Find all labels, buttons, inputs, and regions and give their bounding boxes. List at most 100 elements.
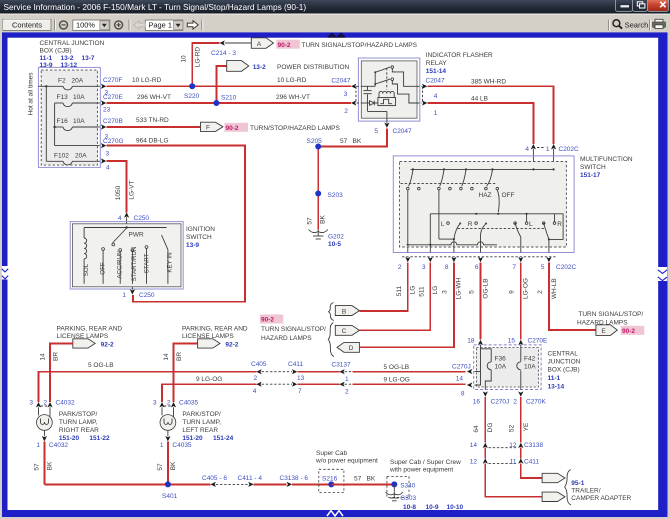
svg-text:LG-RD: LG-RD	[195, 47, 202, 68]
svg-text:C2047: C2047	[393, 128, 413, 135]
svg-text:L: L	[441, 221, 445, 228]
svg-text:SWITCH: SWITCH	[186, 234, 212, 241]
svg-text:E: E	[601, 328, 606, 335]
svg-text:JUNCTION: JUNCTION	[548, 359, 581, 366]
svg-text:Contents: Contents	[12, 20, 42, 29]
svg-text:10A: 10A	[73, 118, 85, 125]
svg-text:LG: LG	[410, 286, 417, 295]
svg-text:ACC/RUN: ACC/RUN	[117, 250, 124, 278]
svg-text:3: 3	[344, 91, 348, 98]
svg-text:S216: S216	[322, 475, 338, 482]
svg-text:151-14: 151-14	[426, 68, 447, 75]
svg-text:B: B	[342, 308, 346, 315]
svg-text:w/o power equipment: w/o power equipment	[315, 457, 378, 464]
svg-text:with power equipment: with power equipment	[389, 467, 453, 474]
svg-text:385 WH-RD: 385 WH-RD	[471, 78, 506, 85]
svg-text:5 OG-LB: 5 OG-LB	[384, 364, 410, 371]
svg-text:TURN SIGNAL/STOP/HAZARD LAMPS: TURN SIGNAL/STOP/HAZARD LAMPS	[302, 42, 418, 49]
svg-text:11: 11	[510, 458, 517, 465]
svg-text:C2047: C2047	[426, 78, 446, 85]
svg-text:64: 64	[473, 425, 480, 433]
svg-text:C214 - 3: C214 - 3	[211, 50, 236, 57]
svg-text:1: 1	[345, 376, 349, 383]
svg-text:10-5: 10-5	[328, 241, 341, 248]
svg-text:1: 1	[160, 442, 164, 449]
svg-text:F102: F102	[54, 152, 69, 159]
svg-text:7: 7	[512, 264, 516, 271]
svg-text:C: C	[342, 328, 347, 335]
svg-text:L: L	[529, 221, 533, 228]
svg-text:S203: S203	[328, 192, 344, 199]
svg-text:TURN SIGNAL/STOP/: TURN SIGNAL/STOP/	[578, 311, 643, 318]
svg-text:PWR: PWR	[129, 232, 144, 239]
svg-text:11-1: 11-1	[548, 375, 561, 382]
svg-text:1: 1	[122, 292, 126, 299]
svg-text:CENTRAL: CENTRAL	[548, 351, 579, 358]
svg-text:7: 7	[298, 388, 302, 395]
svg-text:3: 3	[153, 400, 157, 407]
svg-text:S340: S340	[400, 482, 416, 489]
svg-text:SWITCH: SWITCH	[580, 164, 606, 171]
svg-text:14: 14	[470, 442, 478, 449]
svg-text:100%: 100%	[76, 21, 95, 30]
svg-text:Super Cab / Super Crew: Super Cab / Super Crew	[390, 459, 461, 466]
svg-text:57: 57	[340, 138, 348, 145]
svg-text:20A: 20A	[75, 152, 87, 159]
svg-text:11-1: 11-1	[40, 55, 53, 62]
svg-text:2: 2	[254, 375, 258, 382]
svg-text:F13: F13	[57, 94, 69, 101]
svg-text:2: 2	[513, 398, 517, 405]
svg-text:13-9: 13-9	[40, 62, 53, 69]
svg-text:8: 8	[445, 264, 449, 271]
svg-text:BK: BK	[320, 215, 327, 224]
svg-text:C411: C411	[288, 361, 303, 368]
svg-text:90-2: 90-2	[261, 317, 274, 324]
svg-text:8: 8	[461, 390, 465, 397]
svg-text:BR: BR	[176, 352, 183, 361]
svg-text:3: 3	[29, 400, 33, 407]
svg-text:RIGHT REAR: RIGHT REAR	[59, 427, 99, 434]
svg-text:57: 57	[157, 463, 164, 471]
svg-text:LG: LG	[432, 286, 439, 295]
svg-text:G303: G303	[400, 495, 416, 502]
svg-text:F36: F36	[495, 356, 507, 363]
svg-text:2: 2	[167, 400, 171, 407]
svg-text:10A: 10A	[524, 363, 536, 370]
svg-text:START: START	[143, 253, 150, 273]
svg-text:S401: S401	[162, 493, 178, 500]
svg-text:23: 23	[103, 107, 111, 114]
svg-text:13-2: 13-2	[61, 55, 74, 62]
svg-text:C411: C411	[524, 458, 539, 465]
svg-text:R: R	[557, 221, 562, 228]
svg-text:F2: F2	[58, 78, 66, 85]
svg-text:G202: G202	[328, 234, 344, 241]
svg-text:16: 16	[473, 398, 481, 405]
svg-text:10-8: 10-8	[403, 504, 416, 511]
svg-text:PARK/STOP/: PARK/STOP/	[182, 411, 221, 418]
svg-text:13-7: 13-7	[82, 55, 95, 62]
svg-text:1: 1	[434, 110, 438, 117]
svg-text:4: 4	[253, 388, 257, 395]
svg-text:151-20: 151-20	[182, 435, 203, 442]
svg-text:4: 4	[106, 165, 110, 172]
svg-text:Hot at all times: Hot at all times	[28, 72, 35, 116]
svg-text:1: 1	[546, 146, 550, 153]
svg-text:BOX (CJB): BOX (CJB)	[40, 48, 72, 55]
svg-text:C3138 - 6: C3138 - 6	[280, 475, 309, 482]
svg-text:TURN/STOP/HAZARD LAMPS: TURN/STOP/HAZARD LAMPS	[250, 125, 340, 132]
svg-text:4: 4	[525, 146, 529, 153]
svg-text:13-2: 13-2	[253, 64, 266, 71]
svg-text:10 LG-RD: 10 LG-RD	[132, 77, 162, 84]
svg-text:533 TN-RD: 533 TN-RD	[136, 117, 169, 124]
svg-text:964 DB-LG: 964 DB-LG	[136, 137, 169, 144]
svg-text:C2047: C2047	[331, 78, 351, 85]
svg-text:57: 57	[307, 217, 314, 225]
svg-text:C4035: C4035	[179, 400, 199, 407]
svg-text:10-10: 10-10	[447, 504, 464, 511]
svg-text:151-24: 151-24	[213, 435, 234, 442]
svg-text:LG-OG: LG-OG	[523, 278, 530, 299]
svg-text:9: 9	[509, 290, 516, 294]
svg-text:C270K: C270K	[526, 398, 547, 405]
svg-text:LG-VT: LG-VT	[129, 180, 136, 199]
svg-text:5: 5	[469, 290, 476, 294]
